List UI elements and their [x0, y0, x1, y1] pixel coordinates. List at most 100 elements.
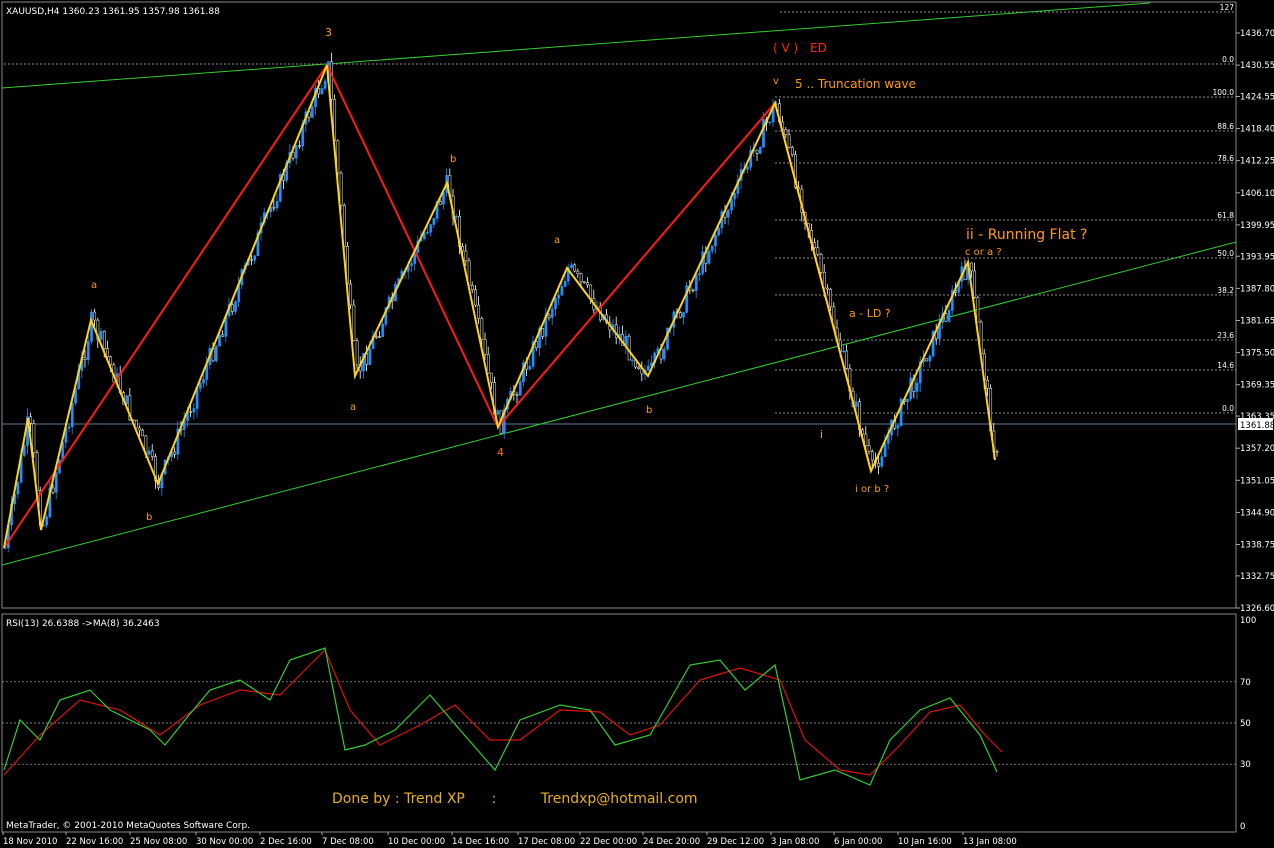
candle-body	[141, 429, 145, 437]
date-tick-label: 6 Jan 00:00	[834, 837, 882, 847]
candle-body	[230, 304, 234, 312]
candle-body	[454, 216, 458, 218]
date-tick-label: 2 Dec 16:00	[260, 837, 312, 847]
fib-level-label: 50.0	[1217, 249, 1234, 258]
candle-body	[275, 201, 279, 209]
candle-body	[973, 270, 977, 298]
date-tick-label: 24 Dec 20:00	[643, 837, 700, 847]
candle-body	[438, 201, 442, 205]
candle-body	[106, 348, 109, 357]
candle-body	[717, 227, 721, 236]
chart-window: 127 0.0 100.0 88.6 78.6 61.8 50.0 38.2 23.6 14.6 0…	[0, 0, 1274, 848]
price-tick-label: 1351.05	[1240, 476, 1274, 486]
price-tick-label: 1381.65	[1240, 317, 1274, 327]
fib-level-label: 127	[1220, 3, 1235, 12]
candle-body	[867, 445, 871, 452]
price-chart: 127 0.0 100.0 88.6 78.6 61.8 50.0 38.2 23.6 14.6 0…	[1, 1, 1274, 847]
price-tick-label: 1375.50	[1240, 349, 1274, 359]
date-tick-label: 29 Dec 12:00	[707, 837, 764, 847]
candle-body	[147, 450, 151, 455]
price-tick-label: 1332.75	[1240, 572, 1274, 582]
wave-label: ED	[810, 41, 827, 55]
candle-body	[880, 456, 884, 467]
price-tick-label: 1436.70	[1240, 29, 1274, 39]
wave-label: a - LD ?	[849, 307, 891, 320]
wave-label: b	[646, 405, 652, 416]
candle-body	[515, 394, 519, 396]
fib-level-label: 23.6	[1217, 331, 1234, 340]
wave-label: v	[773, 76, 779, 87]
candle-body	[381, 323, 385, 338]
candle-body	[637, 366, 641, 369]
candle-body	[294, 145, 298, 159]
candle-body	[234, 301, 237, 312]
candle-body	[557, 294, 561, 299]
candle-body	[925, 358, 929, 362]
candle-body	[339, 172, 343, 206]
date-tick-label: 30 Nov 00:00	[196, 837, 253, 847]
candle-body	[854, 401, 858, 407]
price-tick-label: 1399.95	[1240, 221, 1274, 231]
candle-body	[915, 382, 919, 392]
candle-body	[90, 311, 93, 342]
candle-body	[842, 350, 845, 353]
candle-body	[726, 209, 730, 218]
price-tick-label: 1338.75	[1240, 541, 1274, 551]
current-price-label: 1361.88	[1240, 421, 1274, 431]
fib-level-label: 78.6	[1217, 154, 1234, 163]
candle-body	[995, 451, 999, 453]
candle-body	[986, 380, 989, 389]
candle-body	[790, 147, 794, 155]
candle-body	[323, 80, 327, 89]
date-tick-label: 10 Jan 16:00	[898, 837, 952, 847]
candle-body	[218, 334, 221, 347]
date-tick-label: 7 Dec 08:00	[322, 837, 374, 847]
candle-body	[83, 357, 87, 360]
price-tick-label: 1369.35	[1240, 381, 1274, 391]
copyright: MetaTrader, © 2001-2010 MetaQuotes Softw…	[6, 821, 250, 831]
candle-body	[528, 366, 532, 370]
price-tick-label: 1387.80	[1240, 284, 1274, 294]
candle-body	[374, 335, 378, 338]
date-tick-label: 25 Nov 08:00	[130, 837, 187, 847]
candle-body	[586, 282, 589, 286]
candle-body	[368, 348, 372, 365]
rsi-line	[3, 647, 998, 786]
date-tick-label: 17 Dec 08:00	[518, 837, 575, 847]
wave-label: i or b ?	[855, 484, 889, 495]
candle-body	[579, 273, 583, 283]
candle-body	[198, 382, 202, 389]
candle-body	[627, 335, 631, 361]
candle-body	[730, 198, 733, 211]
date-tick-label: 14 Dec 16:00	[452, 837, 509, 847]
candle-body	[102, 330, 106, 349]
candle-body	[550, 308, 554, 318]
candle-body	[714, 234, 717, 246]
candle-body	[202, 379, 205, 384]
candle-body	[330, 61, 333, 100]
rsi-level-label: 50	[1240, 719, 1251, 729]
candle-body	[51, 487, 55, 493]
candle-body	[691, 289, 695, 292]
fib-level-label: 61.8	[1217, 211, 1234, 220]
candle-body	[486, 354, 490, 374]
candle-body	[310, 106, 314, 118]
candle-body	[320, 88, 324, 95]
candle-body	[787, 134, 791, 148]
candle-body	[298, 145, 301, 147]
candle-body	[906, 398, 909, 403]
candle-body	[573, 264, 577, 272]
wave-label: 3	[325, 26, 332, 39]
candle-body	[410, 263, 413, 266]
fib-level-label: 88.6	[1217, 122, 1234, 131]
yellow-wave-line	[3, 64, 996, 549]
candle-body	[250, 258, 253, 261]
candle-body	[646, 365, 650, 371]
candle-body	[944, 313, 948, 322]
candle-body	[138, 427, 141, 431]
price-tick-label: 1326.60	[1240, 604, 1274, 614]
fib-level-label: 0.0	[1222, 55, 1234, 64]
candle-body	[496, 410, 500, 415]
candle-body	[710, 245, 714, 252]
candle-body	[192, 408, 196, 413]
